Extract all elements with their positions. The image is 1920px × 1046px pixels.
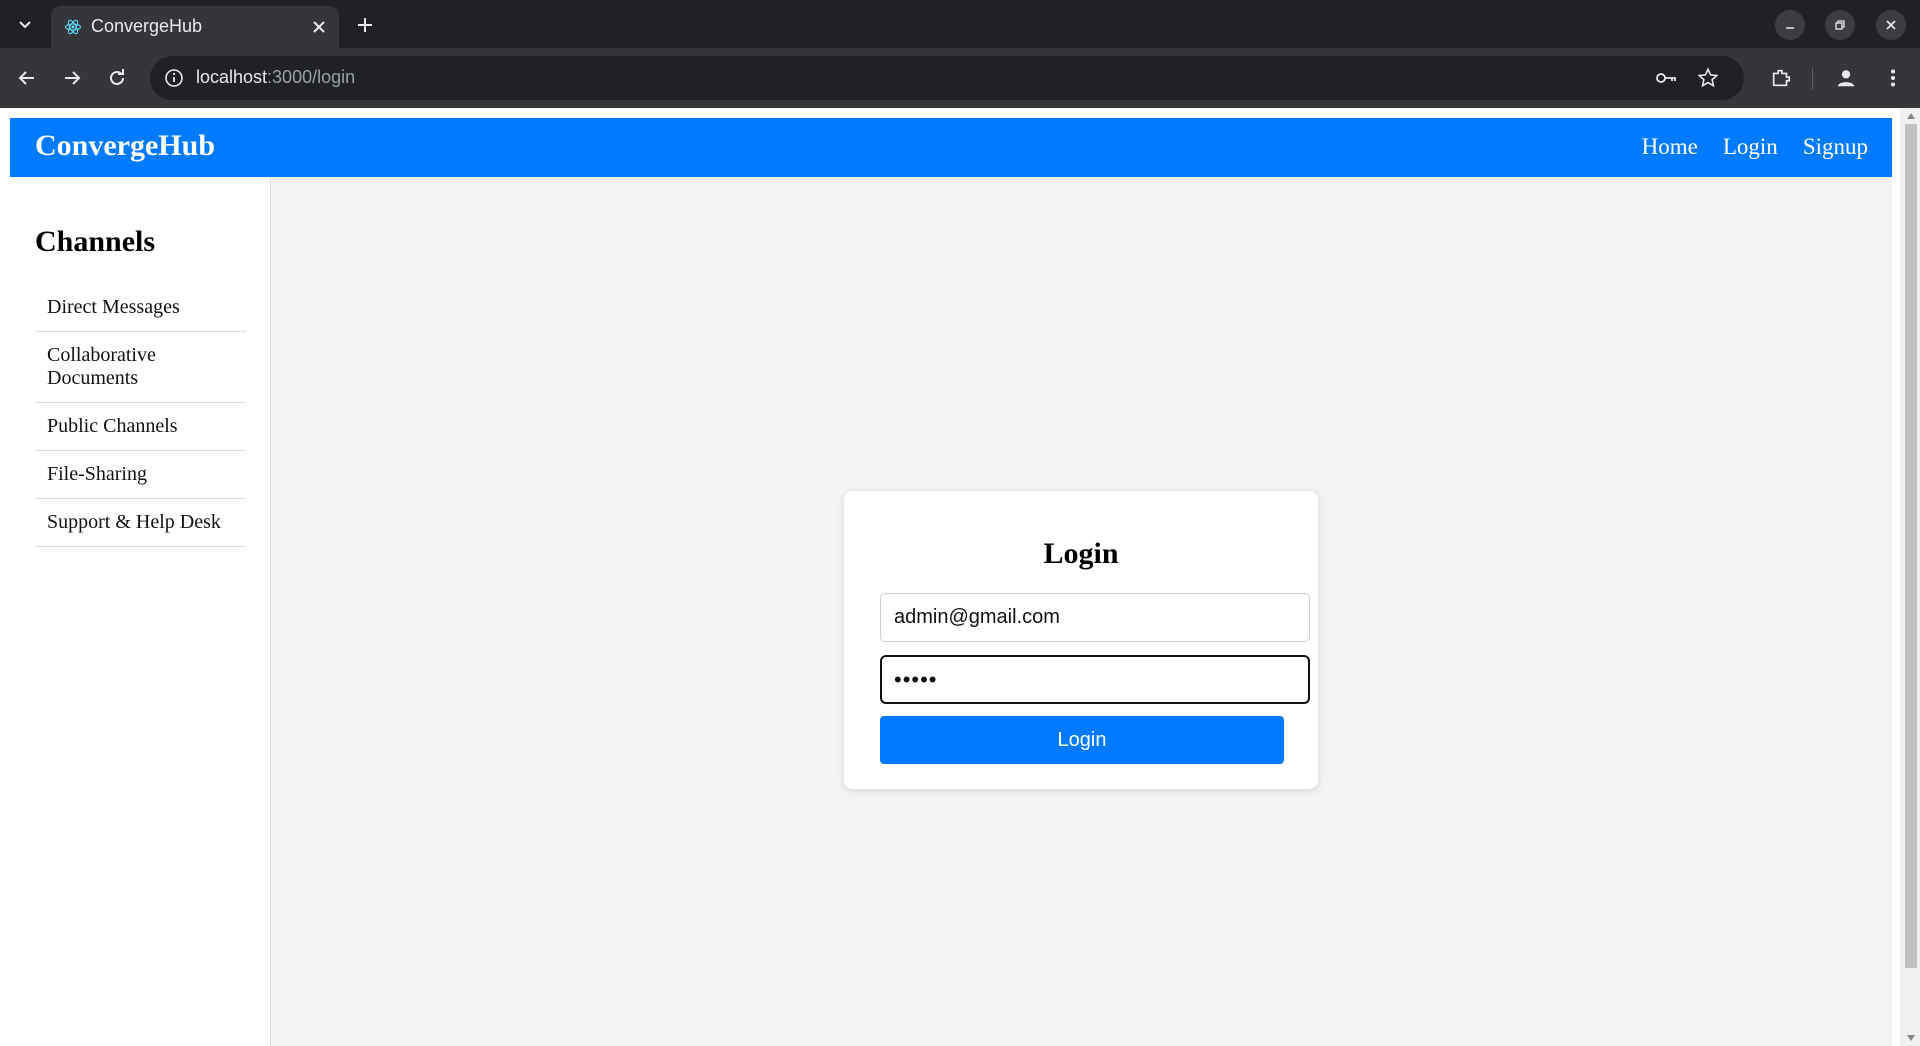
extensions-icon: [1772, 69, 1791, 87]
browser-tab-active[interactable]: ConvergeHub: [51, 6, 339, 48]
sidebar-title: Channels: [35, 225, 156, 258]
nav-link-login[interactable]: Login: [1723, 134, 1778, 160]
restore-window-button[interactable]: [1825, 10, 1855, 40]
nav-link-signup[interactable]: Signup: [1803, 134, 1868, 160]
tab-search-button[interactable]: [6, 6, 44, 42]
profile-button[interactable]: [1828, 60, 1864, 96]
restore-icon: [1835, 20, 1845, 30]
page-scrollbar[interactable]: [1900, 108, 1920, 1046]
nav-links: Home Login Signup: [1642, 134, 1868, 160]
star-icon: [1697, 67, 1719, 88]
login-button[interactable]: Login: [880, 716, 1284, 764]
profile-icon: [1837, 70, 1855, 87]
brand-logo[interactable]: ConvergeHub: [35, 129, 215, 163]
tab-close-button[interactable]: [307, 15, 331, 39]
back-button[interactable]: [9, 60, 45, 96]
forward-icon: [65, 71, 81, 85]
close-icon: [313, 21, 325, 33]
kebab-menu-icon: [1891, 69, 1895, 87]
url-text[interactable]: localhost:3000/login: [196, 67, 355, 88]
chevron-down-icon: [19, 21, 31, 29]
scroll-up-arrow[interactable]: [1905, 110, 1917, 122]
password-field[interactable]: •••••: [880, 655, 1310, 704]
bookmark-button[interactable]: [1696, 66, 1720, 90]
close-window-icon: [1886, 20, 1896, 30]
toolbar-separator: [1812, 68, 1813, 90]
sidebar-item-support-help-desk[interactable]: Support & Help Desk: [35, 499, 246, 547]
main-content: Login admin@gmail.com ••••• Login: [271, 177, 1892, 1046]
browser-menu-button[interactable]: [1875, 60, 1911, 96]
channel-list: Direct Messages Collaborative Documents …: [35, 284, 246, 547]
channels-sidebar: Channels Direct Messages Collaborative D…: [10, 177, 271, 1046]
login-card: Login admin@gmail.com ••••• Login: [844, 491, 1318, 789]
triangle-up-icon: [1907, 113, 1915, 119]
browser-tab-strip: ConvergeHub: [0, 0, 1920, 48]
reload-icon: [110, 69, 124, 85]
scroll-down-arrow[interactable]: [1905, 1032, 1917, 1044]
sidebar-item-file-sharing[interactable]: File-Sharing: [35, 451, 246, 499]
forward-button[interactable]: [54, 60, 90, 96]
top-navbar: ConvergeHub Home Login Signup: [10, 118, 1892, 177]
react-favicon-icon: [64, 19, 82, 35]
page-viewport: ConvergeHub Home Login Signup Channels D…: [0, 108, 1920, 1046]
extensions-button[interactable]: [1763, 60, 1799, 96]
sidebar-item-collaborative-documents[interactable]: Collaborative Documents: [35, 332, 246, 403]
minimize-window-button[interactable]: [1775, 10, 1805, 40]
scrollbar-thumb[interactable]: [1905, 124, 1917, 968]
back-icon: [18, 71, 34, 85]
minimize-icon: [1786, 27, 1794, 29]
new-tab-button[interactable]: [350, 10, 380, 40]
key-icon: [1656, 73, 1676, 83]
app-root: ConvergeHub Home Login Signup Channels D…: [10, 118, 1892, 1046]
login-title: Login: [1043, 537, 1119, 570]
tab-title: ConvergeHub: [91, 16, 203, 36]
sidebar-item-direct-messages[interactable]: Direct Messages: [35, 284, 246, 332]
plus-icon: [358, 18, 372, 32]
nav-link-home[interactable]: Home: [1642, 134, 1698, 160]
site-info-button[interactable]: [162, 66, 186, 90]
browser-toolbar: localhost:3000/login: [0, 48, 1920, 108]
password-manager-button[interactable]: [1654, 66, 1678, 90]
sidebar-item-public-channels[interactable]: Public Channels: [35, 403, 246, 451]
url-host: localhost: [196, 67, 268, 87]
triangle-down-icon: [1907, 1035, 1915, 1041]
address-bar[interactable]: localhost:3000/login: [150, 56, 1744, 100]
email-field[interactable]: admin@gmail.com: [880, 593, 1310, 642]
url-path: :3000/login: [267, 67, 356, 87]
info-icon: [165, 69, 183, 87]
close-window-button[interactable]: [1876, 10, 1906, 40]
reload-button[interactable]: [99, 60, 135, 96]
